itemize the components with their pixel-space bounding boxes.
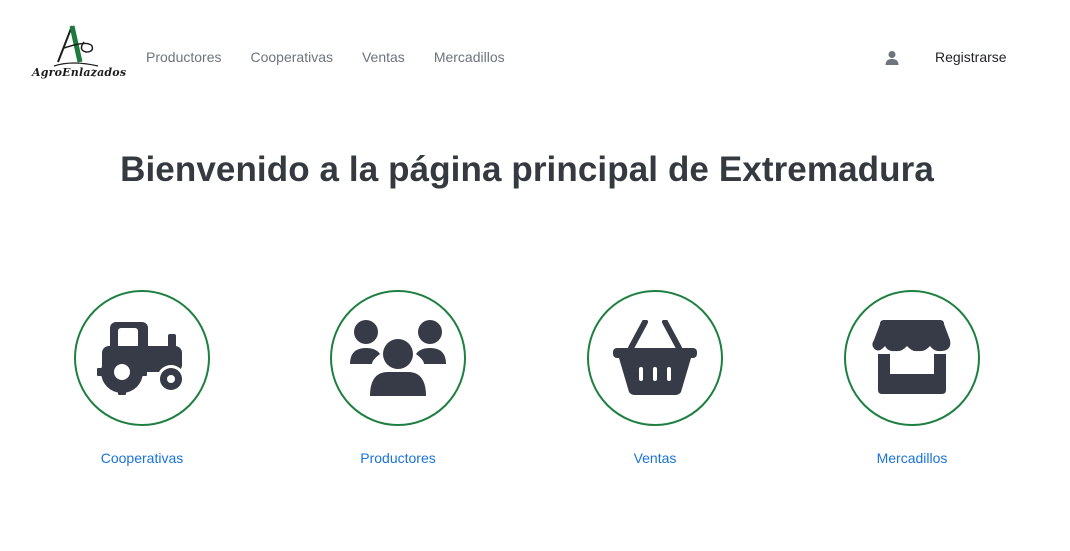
ventas-circle-button[interactable] xyxy=(587,290,723,426)
nav-link-mercadillos[interactable]: Mercadillos xyxy=(434,49,505,65)
logo-a-icon xyxy=(53,25,99,67)
register-link[interactable]: Registrarse xyxy=(935,49,1007,65)
card-cooperativas: Cooperativas xyxy=(72,290,212,466)
page-title: Bienvenido a la página principal de Extr… xyxy=(120,150,934,189)
card-ventas: Ventas xyxy=(585,290,725,466)
card-link-cooperativas[interactable]: Cooperativas xyxy=(72,450,212,466)
users-icon xyxy=(350,320,446,396)
nav-link-ventas[interactable]: Ventas xyxy=(362,49,405,65)
card-link-ventas[interactable]: Ventas xyxy=(585,450,725,466)
nav-links: Productores Cooperativas Ventas Mercadil… xyxy=(146,49,534,65)
cooperativas-circle-button[interactable] xyxy=(74,290,210,426)
store-icon xyxy=(872,320,951,394)
nav-link-cooperativas[interactable]: Cooperativas xyxy=(250,49,333,65)
productores-circle-button[interactable] xyxy=(330,290,466,426)
nav-link-productores[interactable]: Productores xyxy=(146,49,221,65)
card-productores: Productores xyxy=(328,290,468,466)
mercadillos-circle-button[interactable] xyxy=(844,290,980,426)
card-link-productores[interactable]: Productores xyxy=(328,450,468,466)
basket-icon xyxy=(613,320,697,395)
brand-logo[interactable]: AgroEnlazados xyxy=(28,22,126,94)
card-link-mercadillos[interactable]: Mercadillos xyxy=(842,450,982,466)
card-mercadillos: Mercadillos xyxy=(842,290,982,466)
user-icon[interactable] xyxy=(884,50,900,66)
logo-text: AgroEnlazados xyxy=(32,66,127,79)
tractor-icon xyxy=(97,322,185,395)
navbar: AgroEnlazados Productores Cooperativas V… xyxy=(0,0,1070,116)
